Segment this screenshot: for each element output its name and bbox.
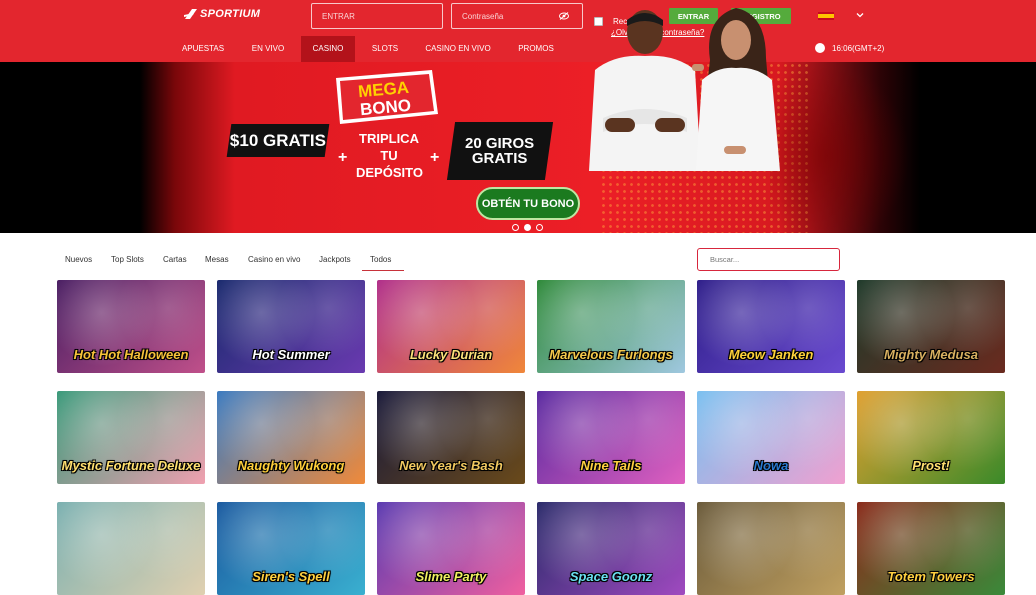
game-title: Lucky Durian — [409, 347, 493, 362]
game-artwork — [697, 502, 845, 595]
sportium-logo[interactable]: SPORTIUM — [184, 6, 260, 22]
game-artwork — [57, 502, 205, 595]
tab-casino-en-vivo[interactable]: Casino en vivo — [248, 255, 300, 264]
game-title: Prost! — [912, 458, 950, 473]
logo-swoosh-icon — [184, 9, 197, 19]
promo-free-spins-line-1: 20 GIROS — [465, 135, 535, 152]
game-title: Totem Towers — [887, 569, 975, 584]
nav-item-casino[interactable]: CASINO — [301, 36, 355, 62]
promo-triple-line-3: DEPÓSITO — [356, 165, 423, 180]
nav-item-casino-en-vivo[interactable]: CASINO EN VIVO — [417, 36, 499, 62]
banner-shadow-decoration — [770, 62, 910, 233]
game-tile[interactable]: Prost! — [857, 391, 1005, 484]
hide-password-icon[interactable] — [559, 12, 569, 20]
game-title: Meow Janken — [728, 347, 814, 362]
tab-top-slots[interactable]: Top Slots — [111, 255, 144, 264]
game-tile[interactable]: Nine Tails — [537, 391, 685, 484]
plus-sign: + — [430, 149, 440, 166]
game-title: Siren's Spell — [252, 569, 330, 584]
nav-item-slots[interactable]: SLOTS — [360, 36, 410, 62]
slider-dot-active[interactable] — [524, 224, 531, 231]
chevron-down-icon[interactable] — [856, 11, 864, 19]
promo-triple-line-2: TU — [380, 148, 398, 163]
game-tile[interactable]: Hot Summer — [217, 280, 365, 373]
game-title: Hot Summer — [252, 347, 330, 362]
logo-text: SPORTIUM — [200, 8, 261, 20]
tab-nuevos[interactable]: Nuevos — [65, 255, 92, 264]
nav-item-apuestas[interactable]: APUESTAS — [172, 36, 234, 62]
game-tile[interactable]: Marvelous Furlongs — [537, 280, 685, 373]
promo-triple-line-1: TRIPLICA — [359, 131, 419, 146]
site-header: SPORTIUM Recuérdame ¿Olvidaste tu contra… — [0, 0, 1036, 62]
username-input[interactable] — [311, 3, 443, 29]
game-tile[interactable]: Naughty Wukong — [217, 391, 365, 484]
game-tile[interactable]: Hot Hot Halloween — [57, 280, 205, 373]
slider-dot[interactable] — [512, 224, 519, 231]
game-title: Mighty Medusa — [884, 347, 978, 362]
tab-jackpots[interactable]: Jackpots — [319, 255, 351, 264]
active-tab-indicator — [362, 270, 404, 271]
promo-free-spins-line-2: GRATIS — [472, 150, 528, 167]
game-title: Hot Hot Halloween — [73, 347, 189, 362]
promo-triple-deposit: TRIPLICA TU DEPÓSITO — [356, 130, 423, 181]
tab-mesas[interactable]: Mesas — [205, 255, 229, 264]
tab-todos[interactable]: Todos — [370, 255, 391, 264]
get-bonus-button[interactable]: OBTÉN TU BONO — [476, 187, 580, 220]
mega-bono-badge: MEGA BONO — [336, 70, 438, 124]
game-tile[interactable] — [57, 502, 205, 595]
clock-icon — [815, 43, 825, 53]
plus-sign: + — [338, 149, 348, 166]
promo-free-spins: 20 GIROS GRATIS — [446, 122, 554, 180]
game-tile[interactable]: Totem Towers — [857, 502, 1005, 595]
game-tile[interactable]: Mystic Fortune Deluxe — [57, 391, 205, 484]
nav-item-promos[interactable]: PROMOS — [509, 36, 563, 62]
game-tile[interactable]: Nowa — [697, 391, 845, 484]
promo-ten-free-text: $10 GRATIS — [229, 130, 327, 150]
game-title: Space Goonz — [569, 569, 653, 584]
promo-ten-free: $10 GRATIS — [226, 124, 330, 157]
game-tile[interactable]: Lucky Durian — [377, 280, 525, 373]
nav-item-en-vivo[interactable]: EN VIVO — [240, 36, 296, 62]
game-tile[interactable]: New Year's Bash — [377, 391, 525, 484]
game-tile[interactable]: Meow Janken — [697, 280, 845, 373]
game-tile[interactable] — [697, 502, 845, 595]
game-tile[interactable]: Space Goonz — [537, 502, 685, 595]
spain-flag-icon[interactable] — [818, 12, 834, 20]
game-tile[interactable]: Siren's Spell — [217, 502, 365, 595]
clock-time: 16:06(GMT+2) — [832, 44, 885, 53]
game-title: Nine Tails — [580, 458, 642, 473]
presenter-man-image — [589, 10, 701, 171]
game-search-input[interactable] — [697, 248, 840, 271]
presenter-woman-image — [692, 8, 780, 171]
game-title: Marvelous Furlongs — [549, 347, 673, 362]
game-tile[interactable]: Slime Party — [377, 502, 525, 595]
game-title: Slime Party — [415, 569, 487, 584]
slider-dot[interactable] — [536, 224, 543, 231]
game-tile[interactable]: Mighty Medusa — [857, 280, 1005, 373]
game-title: Naughty Wukong — [237, 458, 345, 473]
game-title: Nowa — [753, 458, 789, 473]
game-title: New Year's Bash — [399, 458, 503, 473]
tab-cartas[interactable]: Cartas — [163, 255, 187, 264]
game-title: Mystic Fortune Deluxe — [61, 458, 201, 473]
